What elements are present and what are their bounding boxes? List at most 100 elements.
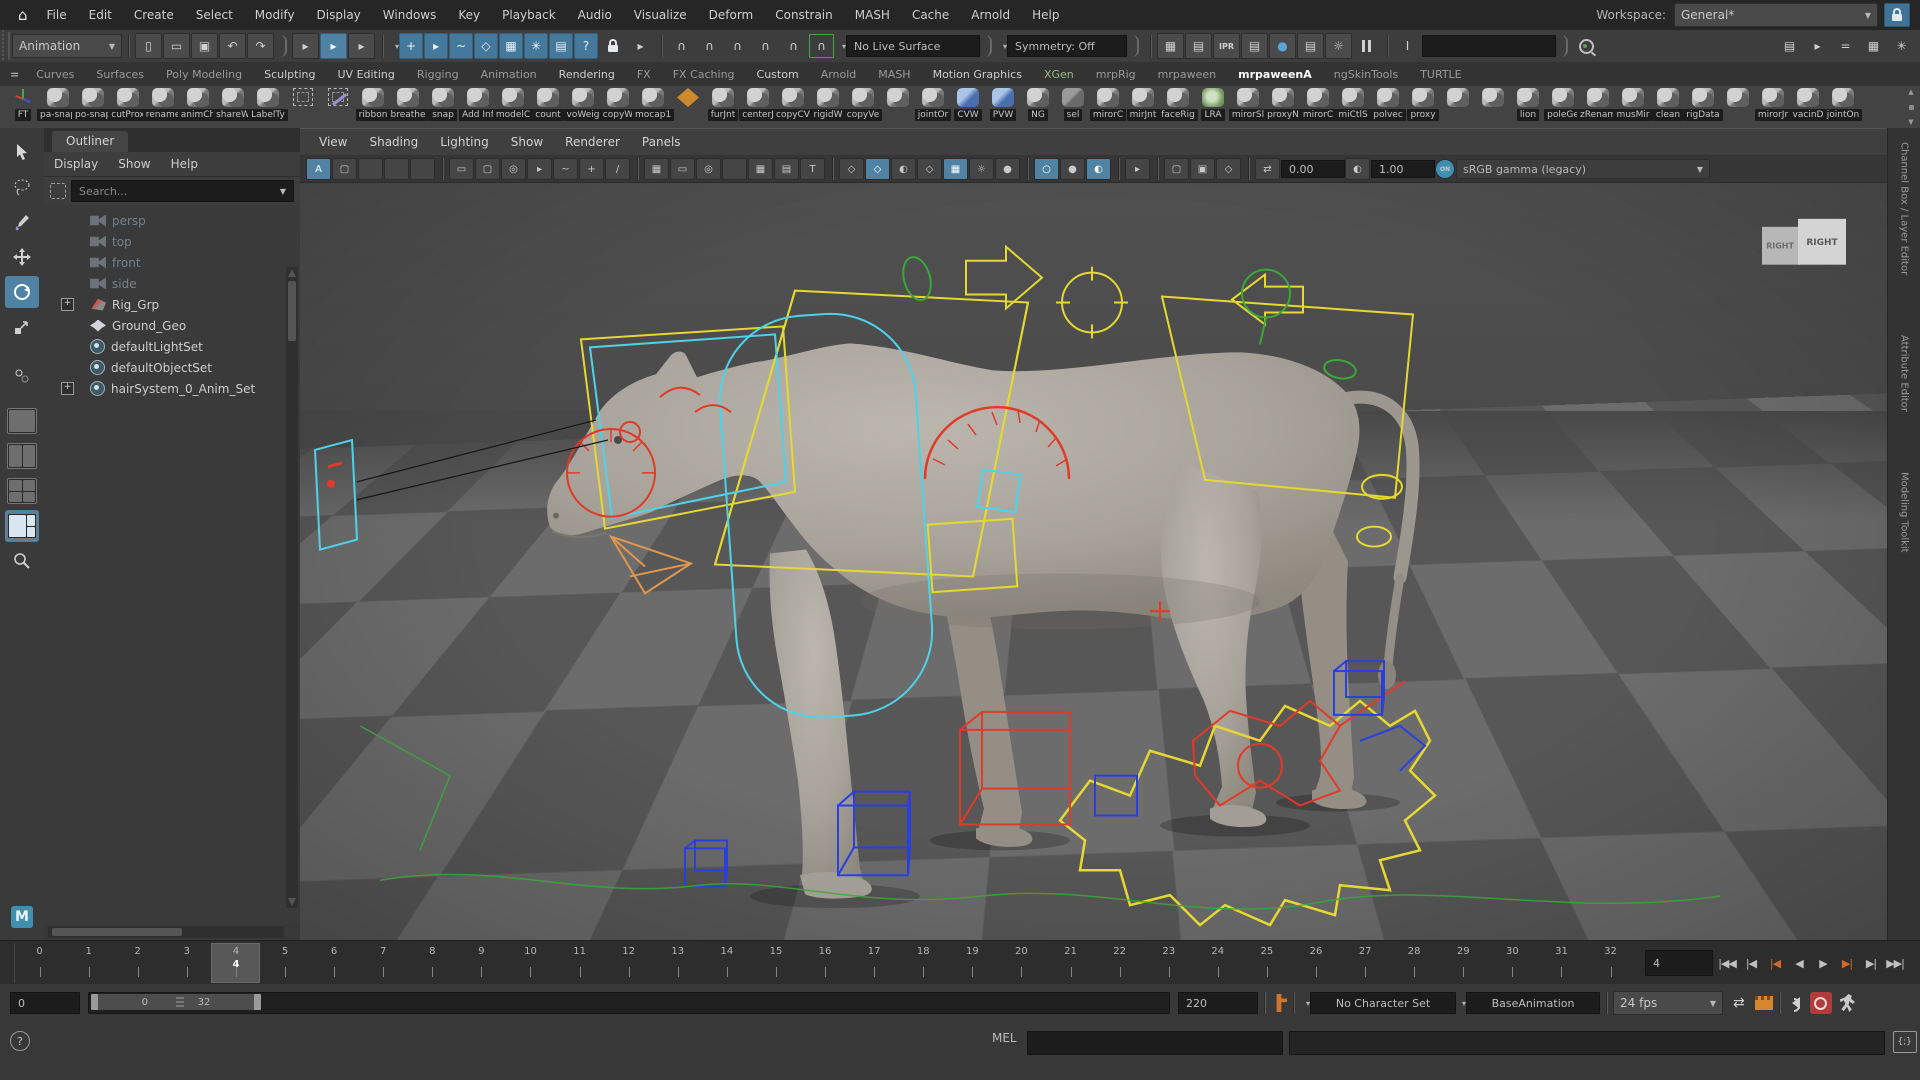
shelf-item[interactable]: centerJ [741, 88, 775, 121]
range-slider[interactable]: 0 32 [91, 994, 261, 1010]
shelf-item[interactable]: proxy [1406, 88, 1440, 121]
current-frame-field[interactable]: 4 [1645, 950, 1713, 976]
toggle-attribute-editor-icon[interactable]: ▦ [1860, 33, 1887, 59]
vp-grid-icon[interactable]: ▦ [644, 158, 669, 180]
timeline-frame[interactable]: 25 25 [1242, 943, 1291, 983]
snap-curve-icon[interactable]: ∩ [696, 33, 723, 59]
vp-frame-all-icon[interactable] [722, 158, 747, 180]
menu-item[interactable]: Windows [372, 4, 448, 26]
shelf-item[interactable] [321, 88, 355, 121]
menu-item[interactable]: Playback [491, 4, 567, 26]
timeline-frame[interactable]: 18 18 [899, 943, 948, 983]
live-surface-field[interactable]: No Live Surface [846, 35, 980, 57]
lock-selection-icon[interactable] [599, 33, 626, 59]
shelf-item[interactable]: sel [1056, 88, 1090, 121]
outliner-item[interactable]: + defaultObjectSet [44, 357, 300, 378]
menu-item[interactable]: File [36, 4, 78, 26]
shelf-tab[interactable]: UV Editing [327, 63, 406, 86]
shelf-item[interactable]: mirorSl [1231, 88, 1265, 121]
shelf-item[interactable]: voWeig [566, 88, 600, 121]
quick-entry-mode-icon[interactable]: I [1394, 33, 1421, 59]
timeline-frame[interactable]: 28 28 [1390, 943, 1439, 983]
symmetry-field[interactable]: Symmetry: Off [1007, 35, 1127, 57]
shelf-item[interactable]: poleGe [1546, 88, 1580, 121]
last-tool-icon[interactable] [5, 360, 39, 392]
timeline-frame[interactable]: 23 23 [1144, 943, 1193, 983]
vp-camera-attributes-icon[interactable] [358, 158, 383, 180]
expand-toggle-icon[interactable]: + [61, 382, 74, 395]
timeline-frame[interactable]: 8 8 [408, 943, 457, 983]
home-icon[interactable]: ⌂ [10, 6, 36, 24]
toggle-modeling-toolkit-icon[interactable]: ▤ [1776, 33, 1803, 59]
fps-dropdown[interactable]: 24 fps ▼ [1613, 991, 1723, 1015]
shelf-item[interactable]: PVW [986, 88, 1020, 121]
menu-item[interactable]: Constrain [764, 4, 844, 26]
undo-icon[interactable]: ↶ [219, 33, 246, 59]
save-scene-icon[interactable]: ▣ [191, 33, 218, 59]
go-to-end-button[interactable]: ▶▶| [1883, 950, 1907, 976]
help-icon[interactable]: ? [10, 1031, 30, 1051]
shelf-item[interactable] [881, 88, 915, 121]
outliner-vertical-scrollbar[interactable] [286, 267, 298, 908]
mute-audio-icon[interactable] [1786, 997, 1800, 1009]
shelf-tab[interactable]: Motion Graphics [922, 63, 1033, 86]
menu-item[interactable]: Visualize [623, 4, 698, 26]
viewport-menu-item[interactable]: Renderer [554, 131, 631, 153]
animation-start-field[interactable]: 0 [10, 992, 80, 1014]
select-hierarchy-icon[interactable]: ▸ [292, 33, 319, 59]
menu-item[interactable]: Arnold [960, 4, 1021, 26]
command-language-toggle[interactable]: MEL [992, 1031, 1017, 1045]
vp-shadows-icon[interactable]: ● [995, 158, 1020, 180]
vp-bookmark-icon[interactable] [384, 158, 409, 180]
shelf-item[interactable]: LabelTy [251, 88, 285, 121]
outliner-menu-item[interactable]: Display [44, 154, 108, 174]
shelf-item[interactable]: LRA [1196, 88, 1230, 121]
shelf-item[interactable]: mirorJr [1756, 88, 1790, 121]
shelf-tab[interactable]: mrpaweenA [1227, 63, 1323, 86]
viewport-scene[interactable]: RIGHT RIGHT [300, 183, 1888, 940]
timeline-frame[interactable]: 11 11 [555, 943, 604, 983]
shelf-item[interactable]: copyVe [846, 88, 880, 121]
play-forwards-button[interactable]: ▶ [1811, 950, 1835, 976]
vp-frame-selection-icon[interactable]: ▦ [748, 158, 773, 180]
mask-handles-icon[interactable]: ▸ [424, 33, 448, 59]
script-editor-icon[interactable]: {;} [1893, 1031, 1917, 1053]
outliner-persp-layout-icon[interactable] [5, 510, 39, 542]
outliner-item[interactable]: + front [44, 252, 300, 273]
go-to-start-button[interactable]: |◀◀ [1715, 950, 1739, 976]
set-key-icon[interactable] [1271, 994, 1287, 1012]
vp-select-icon[interactable]: ▸ [1125, 158, 1150, 180]
vp-viewcube-icon[interactable]: ◎ [696, 158, 721, 180]
shelf-item[interactable]: mirJnt [1126, 88, 1160, 121]
highlight-selection-icon[interactable]: ▸ [627, 33, 654, 59]
outliner-item[interactable]: + Ground_Geo [44, 315, 300, 336]
timeline-frames[interactable]: 0 0 1 1 2 2 3 3 4 4 [14, 943, 1635, 983]
outliner-menu-item[interactable]: Show [108, 154, 160, 174]
scroll-down-icon[interactable]: ▼ [1908, 118, 1913, 126]
select-component-icon[interactable]: ▸ [348, 33, 375, 59]
timeline-frame[interactable]: 15 15 [751, 943, 800, 983]
quick-entry-field[interactable] [1422, 35, 1556, 57]
shelf-item[interactable] [1721, 88, 1755, 121]
render-view-icon[interactable]: ▦ [1157, 33, 1184, 59]
range-grip[interactable] [176, 997, 184, 1007]
shelf-item[interactable]: copyW [601, 88, 635, 121]
shelf-item[interactable] [286, 88, 320, 121]
redo-icon[interactable]: ↷ [247, 33, 274, 59]
shelf-tab[interactable]: mrpaween [1147, 63, 1227, 86]
menu-item[interactable]: Select [185, 4, 244, 26]
shelf-tab[interactable]: Custom [746, 63, 810, 86]
workspace-lock-icon[interactable] [1884, 3, 1910, 27]
menu-item[interactable]: Help [1021, 4, 1070, 26]
menu-item[interactable]: Deform [698, 4, 765, 26]
new-scene-icon[interactable]: ▯ [135, 33, 162, 59]
shelf-item[interactable]: vacinD [1791, 88, 1825, 121]
range-start-handle[interactable] [91, 994, 98, 1010]
timeline-frame[interactable]: 20 20 [997, 943, 1046, 983]
mask-misc-icon[interactable]: ? [574, 33, 598, 59]
play-backwards-button[interactable]: ◀ [1787, 950, 1811, 976]
shelf-item[interactable]: zRenam [1581, 88, 1615, 121]
shelf-item[interactable]: CVW [951, 88, 985, 121]
vp-split-icon[interactable]: ◇ [1216, 158, 1241, 180]
timeline-frame[interactable]: 27 27 [1341, 943, 1390, 983]
